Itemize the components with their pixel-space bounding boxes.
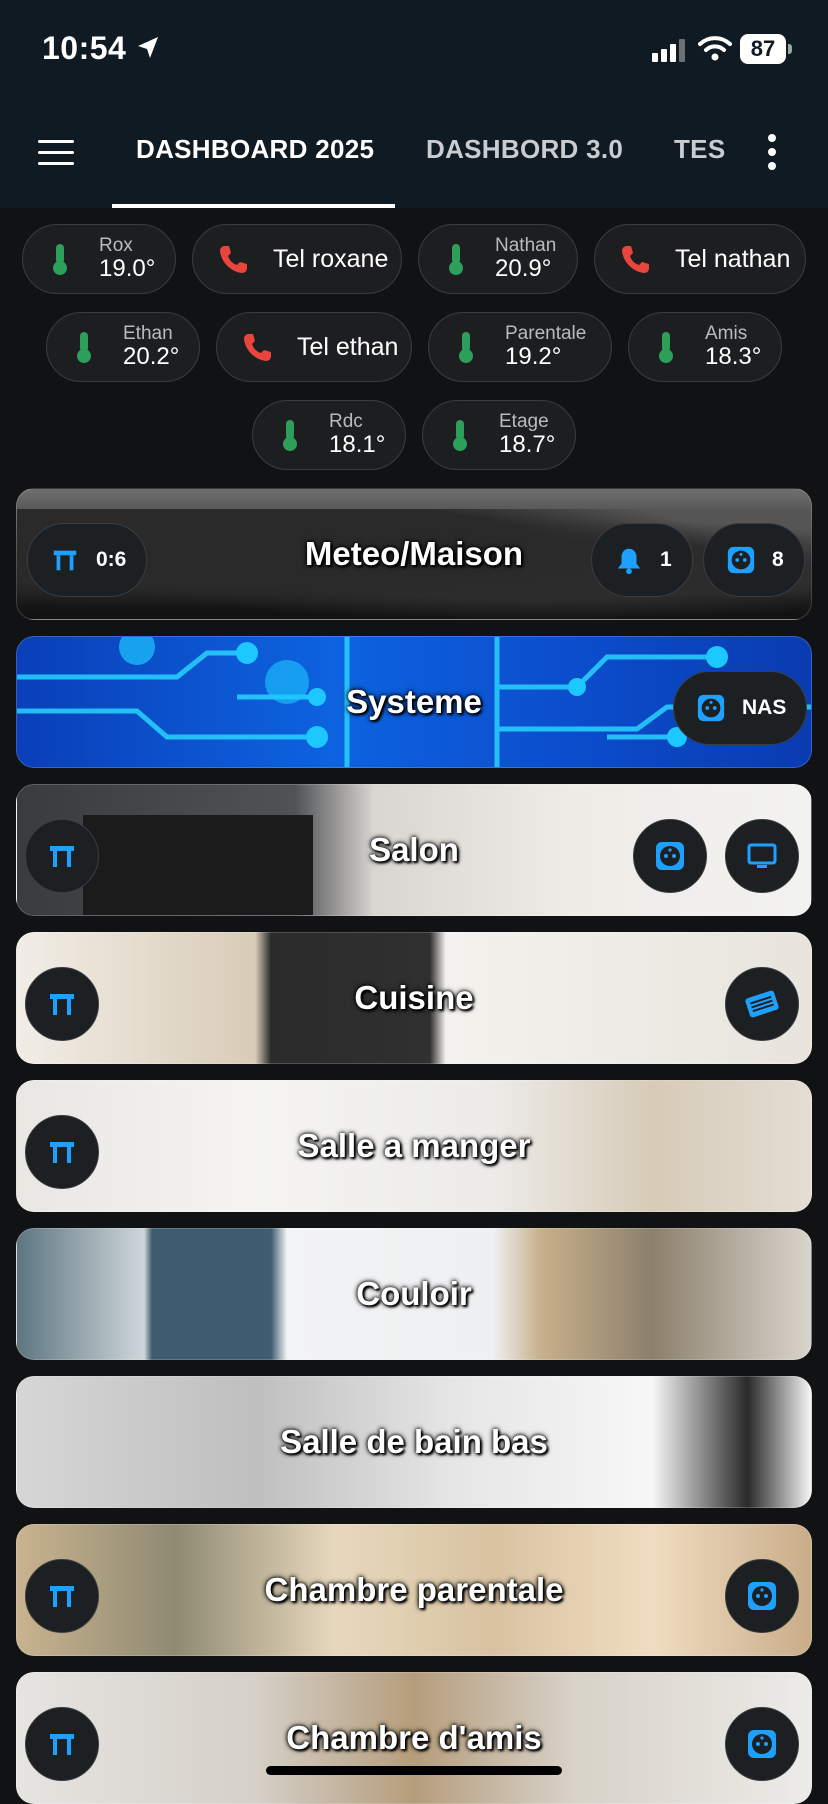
chip-temp-rox[interactable]: Rox 19.0° <box>22 224 176 294</box>
room-card-cuisine[interactable]: Cuisine <box>16 932 812 1064</box>
thermometer-icon <box>47 242 73 276</box>
stool-icon <box>46 1728 78 1760</box>
stool-count: 0:6 <box>96 548 127 571</box>
chip-label: Ethan <box>123 323 173 345</box>
home-indicator[interactable] <box>266 1766 562 1775</box>
room-card-systeme[interactable]: Systeme NAS <box>16 636 812 768</box>
chip-value: 18.1° <box>329 431 386 459</box>
room-card-salon[interactable]: Salon <box>16 784 812 916</box>
thermometer-icon <box>453 330 479 364</box>
more-options-icon[interactable] <box>766 134 778 170</box>
room-title: Chambre parentale <box>264 1571 564 1608</box>
chip-label: Parentale <box>505 323 587 345</box>
battery-level: 87 <box>740 34 786 64</box>
tab-dashbord-3[interactable]: DASHBORD 3.0 <box>426 134 623 165</box>
stool-button[interactable] <box>25 1115 99 1189</box>
alarm-bell-button[interactable]: 1 <box>591 523 693 597</box>
wifi-icon <box>698 36 732 61</box>
chip-temp-ethan[interactable]: Ethan 20.2° <box>46 312 200 382</box>
cellular-signal-icon <box>652 39 685 62</box>
stool-status-button[interactable]: 0:6 <box>27 523 148 597</box>
thermometer-icon <box>443 242 469 276</box>
tv-icon <box>746 840 778 872</box>
phone-icon <box>241 331 273 363</box>
room-title: Salle a manger <box>297 1127 531 1164</box>
chip-label: Tel ethan <box>297 332 399 361</box>
chip-temp-rdc[interactable]: Rdc 18.1° <box>252 400 406 470</box>
stool-icon <box>46 1580 78 1612</box>
chip-value: 18.7° <box>499 431 556 459</box>
chip-value: 20.2° <box>123 343 180 371</box>
active-tab-indicator <box>112 204 395 208</box>
battery-indicator: 87 <box>740 34 794 64</box>
room-title: Couloir <box>356 1275 472 1312</box>
stool-button[interactable] <box>25 1707 99 1781</box>
socket-icon <box>726 545 756 575</box>
stool-button[interactable] <box>25 1559 99 1633</box>
socket-icon <box>654 840 686 872</box>
stool-button[interactable] <box>25 967 99 1041</box>
bell-count: 1 <box>660 548 672 571</box>
room-card-salle-a-manger[interactable]: Salle a manger <box>16 1080 812 1212</box>
chip-value: 20.9° <box>495 255 552 283</box>
room-card-chambre-amis[interactable]: Chambre d'amis <box>16 1672 812 1804</box>
nas-button[interactable]: NAS <box>673 671 808 745</box>
tab-dashboard-2025[interactable]: DASHBOARD 2025 <box>136 134 374 165</box>
socket-button[interactable] <box>725 1559 799 1633</box>
chip-temp-parentale[interactable]: Parentale 19.2° <box>428 312 612 382</box>
room-card-couloir[interactable]: Couloir <box>16 1228 812 1360</box>
tv-button[interactable] <box>725 819 799 893</box>
chip-label: Rox <box>99 235 133 257</box>
chip-label: Tel roxane <box>273 244 389 273</box>
socket-count: 8 <box>772 548 784 571</box>
stool-icon <box>46 988 78 1020</box>
hamburger-menu-icon[interactable] <box>38 140 74 168</box>
chip-label: Amis <box>705 323 748 345</box>
room-title: Cuisine <box>354 979 474 1016</box>
room-card-salle-de-bain-bas[interactable]: Salle de bain bas <box>16 1376 812 1508</box>
bell-icon <box>614 545 644 575</box>
stool-icon <box>46 1136 78 1168</box>
chip-value: 18.3° <box>705 343 762 371</box>
socket-button[interactable] <box>633 819 707 893</box>
status-time: 10:54 <box>42 30 127 66</box>
room-title: Chambre d'amis <box>286 1719 542 1756</box>
radiator-button[interactable] <box>725 967 799 1041</box>
chip-value: 19.2° <box>505 343 562 371</box>
chip-tel-nathan[interactable]: Tel nathan <box>594 224 806 294</box>
socket-icon <box>746 1728 778 1760</box>
chip-tel-ethan[interactable]: Tel ethan <box>216 312 412 382</box>
socket-button[interactable] <box>725 1707 799 1781</box>
phone-icon <box>619 243 651 275</box>
chip-label: Etage <box>499 411 549 433</box>
thermometer-icon <box>71 330 97 364</box>
chip-label: Nathan <box>495 235 557 257</box>
chip-tel-roxane[interactable]: Tel roxane <box>192 224 402 294</box>
chip-temp-amis[interactable]: Amis 18.3° <box>628 312 782 382</box>
location-arrow-icon <box>138 37 158 58</box>
room-card-chambre-parentale[interactable]: Chambre parentale <box>16 1524 812 1656</box>
socket-icon <box>696 693 726 723</box>
battery-tip <box>788 44 792 54</box>
chip-temp-nathan[interactable]: Nathan 20.9° <box>418 224 578 294</box>
socket-count-button[interactable]: 8 <box>703 523 805 597</box>
phone-icon <box>217 243 249 275</box>
room-title: Salle de bain bas <box>280 1423 548 1460</box>
tab-tes[interactable]: TES <box>674 134 725 165</box>
nas-label: NAS <box>742 696 787 719</box>
stool-icon <box>50 545 80 575</box>
thermometer-icon <box>277 418 303 452</box>
socket-icon <box>746 1580 778 1612</box>
thermometer-icon <box>447 418 473 452</box>
chip-label: Tel nathan <box>675 244 791 273</box>
stool-button[interactable] <box>25 819 99 893</box>
stool-icon <box>46 840 78 872</box>
app-header: 10:54 87 DASHBOARD 2025 DASHBORD 3.0 TES <box>0 0 828 208</box>
radiator-icon <box>744 988 780 1020</box>
chip-temp-etage[interactable]: Etage 18.7° <box>422 400 576 470</box>
chip-value: 19.0° <box>99 255 156 283</box>
room-card-meteo-maison[interactable]: Meteo/Maison 0:6 1 8 <box>16 488 812 620</box>
chip-label: Rdc <box>329 411 363 433</box>
thermometer-icon <box>653 330 679 364</box>
